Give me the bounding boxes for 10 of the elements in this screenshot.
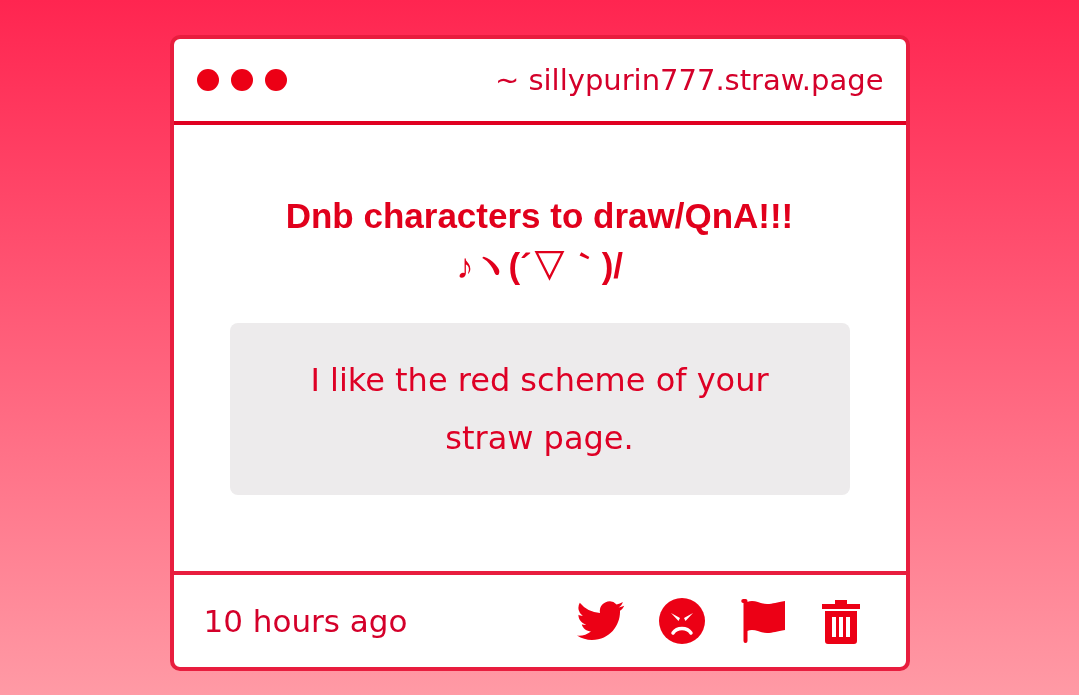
bird-icon[interactable] — [576, 601, 625, 641]
trash-icon[interactable] — [820, 598, 861, 644]
question-title: Dnb characters to draw/QnA!!! — [285, 195, 794, 237]
window-dots-icon — [195, 67, 288, 93]
answer-text: I like the red scheme of your straw page. — [309, 360, 770, 459]
question-title: ♪ヽ(´▽｀)/ — [455, 245, 624, 287]
flag-icon[interactable] — [738, 597, 787, 645]
angry-face-icon[interactable] — [658, 598, 705, 644]
page-url: ~ sillypurin777.straw.page — [494, 63, 884, 97]
timestamp: 10 hours ago — [203, 603, 408, 639]
